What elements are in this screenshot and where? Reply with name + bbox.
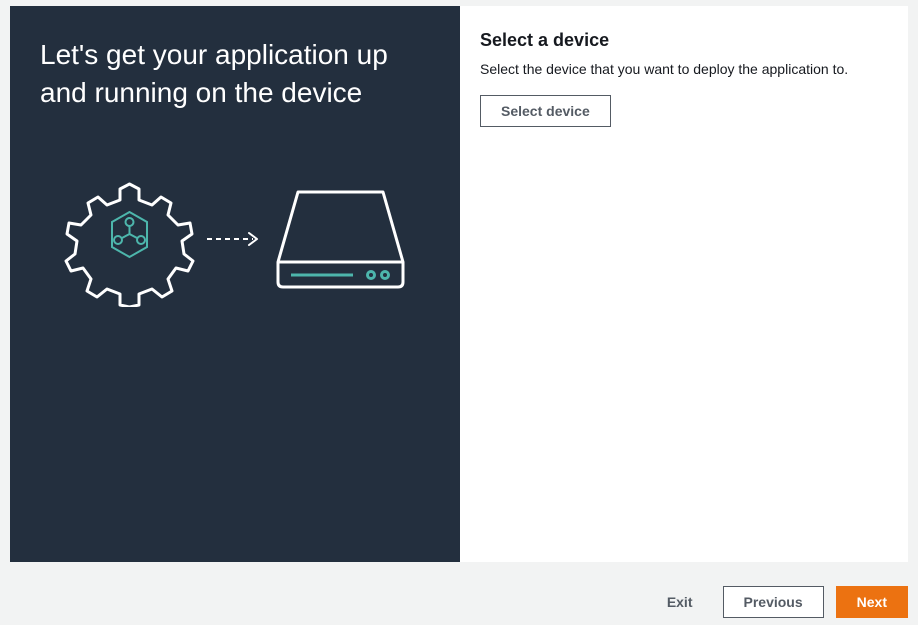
section-description: Select the device that you want to deplo… [480,61,888,77]
gear-icon [62,172,197,307]
left-panel: Let's get your application up and runnin… [10,6,460,562]
arrow-icon [205,229,265,249]
footer-actions: Exit Previous Next [0,578,918,625]
deploy-illustration [40,172,430,307]
next-button[interactable]: Next [836,586,908,618]
select-device-button[interactable]: Select device [480,95,611,127]
device-icon [273,187,408,292]
intro-heading: Let's get your application up and runnin… [40,36,430,112]
main-panel: Let's get your application up and runnin… [10,6,908,562]
right-panel: Select a device Select the device that y… [460,6,908,562]
section-heading: Select a device [480,30,888,51]
exit-button[interactable]: Exit [649,586,711,618]
previous-button[interactable]: Previous [723,586,824,618]
